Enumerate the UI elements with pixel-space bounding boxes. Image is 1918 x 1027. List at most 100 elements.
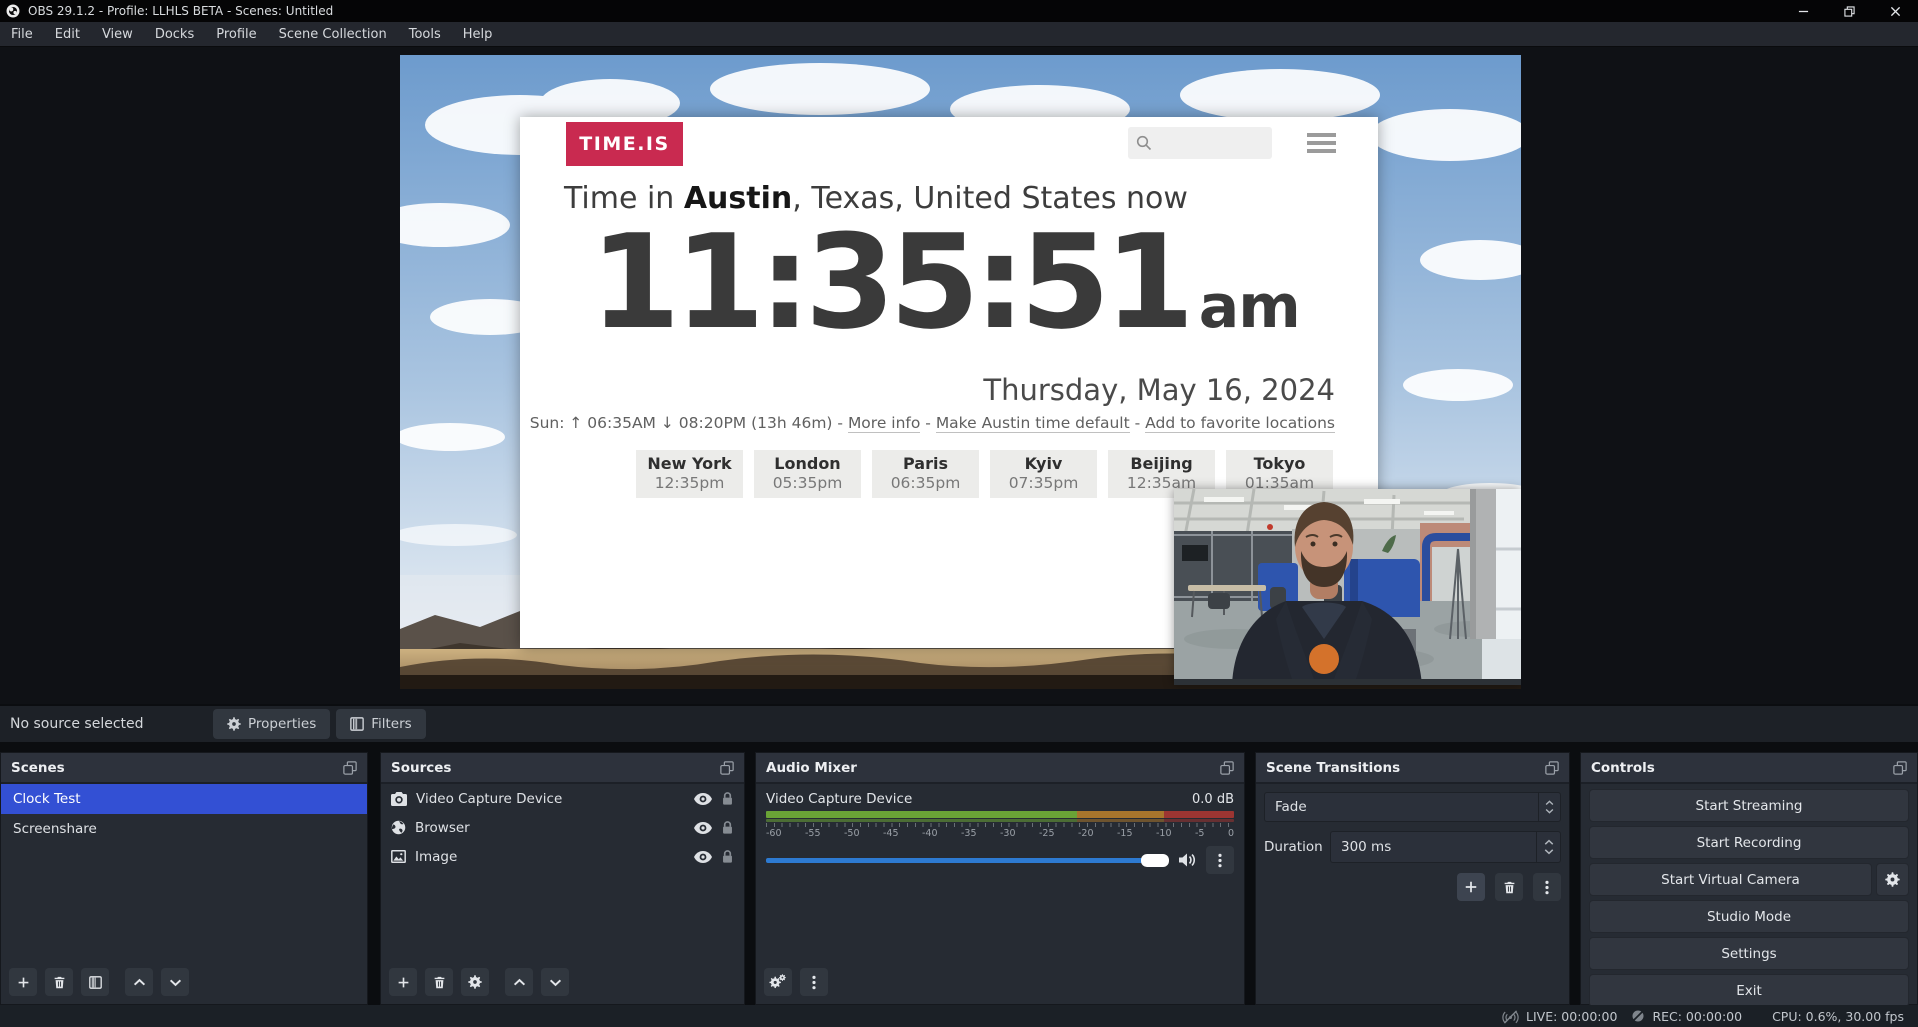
restore-button[interactable]: [1826, 0, 1872, 22]
menu-docks[interactable]: Docks: [144, 22, 205, 47]
add-transition-button[interactable]: [1457, 873, 1485, 901]
record-inactive-icon: [1631, 1009, 1645, 1023]
start-recording-button[interactable]: Start Recording: [1589, 826, 1909, 859]
start-streaming-button[interactable]: Start Streaming: [1589, 789, 1909, 822]
move-scene-up-button[interactable]: [125, 968, 153, 996]
source-item-video-capture[interactable]: Video Capture Device: [381, 784, 744, 813]
timeis-search-input[interactable]: [1128, 127, 1272, 159]
clock-ampm: am: [1199, 272, 1300, 342]
remove-scene-button[interactable]: [45, 968, 73, 996]
city-london[interactable]: London05:35pm: [754, 450, 861, 498]
title-bar: OBS 29.1.2 - Profile: LLHLS BETA - Scene…: [0, 0, 1918, 22]
scene-transitions-panel: Scene Transitions Fade Duration 300 ms: [1255, 752, 1570, 1005]
remove-transition-button[interactable]: [1495, 873, 1523, 901]
speaker-icon[interactable]: [1178, 852, 1196, 868]
scene-transitions-header[interactable]: Scene Transitions: [1256, 753, 1569, 784]
live-status: LIVE: 00:00:00: [1502, 1009, 1617, 1024]
exit-button[interactable]: Exit: [1589, 974, 1909, 1007]
lock-icon[interactable]: [721, 791, 734, 806]
source-item-browser[interactable]: Browser: [381, 813, 744, 842]
add-source-button[interactable]: [389, 968, 417, 996]
visibility-eye-icon[interactable]: [694, 851, 712, 863]
scene-item-clock-test[interactable]: Clock Test: [1, 784, 367, 814]
menu-view[interactable]: View: [91, 22, 144, 47]
menu-tools[interactable]: Tools: [398, 22, 452, 47]
make-default-link[interactable]: Make Austin time default: [936, 414, 1130, 433]
transition-select[interactable]: Fade: [1264, 792, 1561, 822]
program-preview[interactable]: TIME.IS Time in Austin, Texas, United St…: [400, 55, 1521, 689]
rec-status: REC: 00:00:00: [1631, 1009, 1742, 1024]
stream-inactive-icon: [1502, 1009, 1519, 1024]
filters-button[interactable]: Filters: [336, 709, 425, 739]
popout-icon[interactable]: [1545, 761, 1559, 775]
webcam-feed-image: [1174, 489, 1521, 685]
duration-input[interactable]: 300 ms: [1330, 831, 1561, 863]
transition-select-arrows[interactable]: [1538, 793, 1560, 821]
dock-area: Scenes Clock Test Screenshare Sources Vi…: [0, 744, 1918, 1005]
menu-file[interactable]: File: [0, 22, 44, 47]
search-icon: [1136, 135, 1152, 151]
source-item-image[interactable]: Image: [381, 842, 744, 871]
advanced-audio-properties-button[interactable]: [764, 968, 792, 996]
duration-spin-arrows[interactable]: [1536, 832, 1560, 862]
move-source-up-button[interactable]: [505, 968, 533, 996]
settings-button[interactable]: Settings: [1589, 937, 1909, 970]
scene-item-screenshare[interactable]: Screenshare: [1, 814, 367, 844]
window-title: OBS 29.1.2 - Profile: LLHLS BETA - Scene…: [28, 4, 333, 18]
duration-label: Duration: [1264, 839, 1330, 855]
menu-help[interactable]: Help: [452, 22, 504, 47]
meter-tickmarks: [766, 823, 1234, 827]
scene-filters-button[interactable]: [81, 968, 109, 996]
virtual-camera-config-button[interactable]: [1876, 863, 1909, 896]
city-kyiv[interactable]: Kyiv07:35pm: [990, 450, 1097, 498]
menu-edit[interactable]: Edit: [44, 22, 91, 47]
webcam-video-source[interactable]: [1174, 489, 1521, 685]
camera-icon: [391, 792, 407, 806]
menu-bar: File Edit View Docks Profile Scene Colle…: [0, 22, 1918, 47]
start-virtual-camera-button[interactable]: Start Virtual Camera: [1589, 863, 1872, 896]
favorites-link[interactable]: Add to favorite locations: [1145, 414, 1335, 433]
move-source-down-button[interactable]: [541, 968, 569, 996]
city-paris[interactable]: Paris06:35pm: [872, 450, 979, 498]
move-scene-down-button[interactable]: [161, 968, 189, 996]
popout-icon[interactable]: [720, 761, 734, 775]
mixer-channel-menu-button[interactable]: [1206, 846, 1234, 874]
mixer-menu-button[interactable]: [800, 968, 828, 996]
lock-icon[interactable]: [721, 849, 734, 864]
source-status-label: No source selected: [10, 716, 213, 732]
menu-scene-collection[interactable]: Scene Collection: [268, 22, 398, 47]
volume-peak-meter: [766, 819, 1234, 822]
more-info-link[interactable]: More info: [848, 414, 920, 433]
clock-time: 11:35:51: [590, 217, 1189, 347]
volume-slider-handle[interactable]: [1141, 854, 1169, 867]
remove-source-button[interactable]: [425, 968, 453, 996]
timeis-logo[interactable]: TIME.IS: [566, 122, 683, 166]
transition-menu-button[interactable]: [1533, 873, 1561, 901]
volume-slider[interactable]: [766, 858, 1168, 863]
controls-panel-header[interactable]: Controls: [1581, 753, 1917, 784]
city-new-york[interactable]: New York12:35pm: [636, 450, 743, 498]
popout-icon[interactable]: [343, 761, 357, 775]
scenes-panel: Scenes Clock Test Screenshare: [0, 752, 368, 1005]
sources-panel-header[interactable]: Sources: [381, 753, 744, 784]
visibility-eye-icon[interactable]: [694, 822, 712, 834]
minimize-button[interactable]: [1780, 0, 1826, 22]
obs-logo-icon: [6, 4, 20, 18]
popout-icon[interactable]: [1893, 761, 1907, 775]
globe-icon: [391, 820, 406, 835]
timeis-date: Thursday, May 16, 2024: [983, 373, 1335, 407]
timeis-sun-line: Sun: ↑ 06:35AM ↓ 08:20PM (13h 46m) - Mor…: [530, 414, 1335, 432]
audio-mixer-header[interactable]: Audio Mixer: [756, 753, 1244, 784]
properties-button[interactable]: Properties: [213, 709, 330, 739]
studio-mode-button[interactable]: Studio Mode: [1589, 900, 1909, 933]
popout-icon[interactable]: [1220, 761, 1234, 775]
scenes-panel-header[interactable]: Scenes: [1, 753, 367, 784]
source-properties-button[interactable]: [461, 968, 489, 996]
menu-profile[interactable]: Profile: [205, 22, 267, 47]
close-button[interactable]: [1872, 0, 1918, 22]
lock-icon[interactable]: [721, 820, 734, 835]
visibility-eye-icon[interactable]: [694, 793, 712, 805]
mixer-level-db: 0.0 dB: [1192, 792, 1234, 807]
add-scene-button[interactable]: [9, 968, 37, 996]
hamburger-menu-icon[interactable]: [1307, 133, 1336, 157]
